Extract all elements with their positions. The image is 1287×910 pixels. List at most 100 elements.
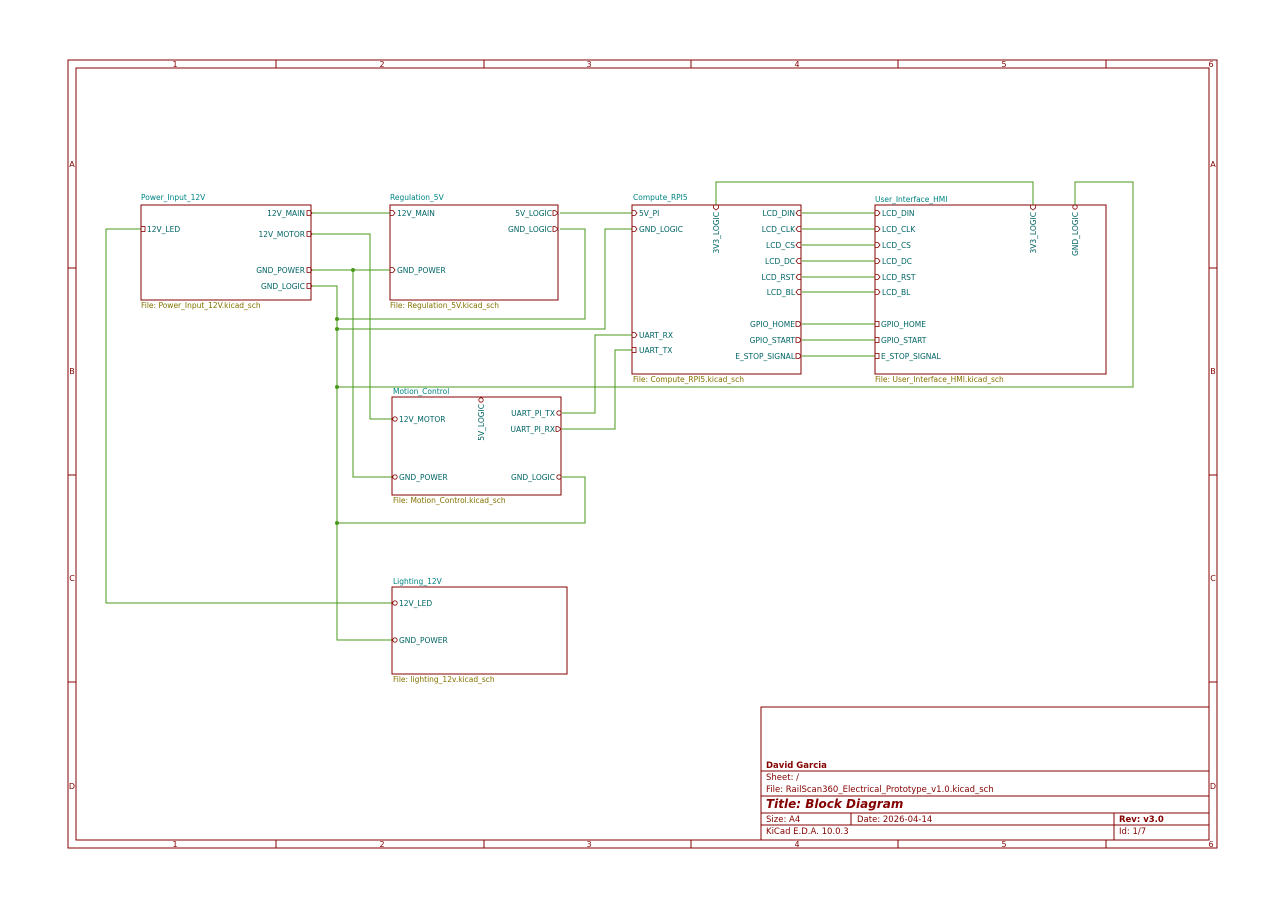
pin-motion-uart-pi-tx: UART_PI_TX <box>511 409 555 418</box>
pin-power-gnd-power: GND_POWER <box>256 266 305 275</box>
row-label-left-a: A <box>69 160 75 169</box>
pin-motion-5v-logic: 5V_LOGIC <box>477 404 486 441</box>
pin-compute-gpio-home: GPIO_HOME <box>750 320 795 329</box>
junctions <box>335 268 355 525</box>
title-block-id: Id: 1/7 <box>1119 827 1146 837</box>
pin-ui-gnd-logic: GND_LOGIC <box>1071 212 1080 256</box>
pin-compute-5v-pi: 5V_PI <box>639 209 659 218</box>
row-label-right-a: A <box>1210 160 1216 169</box>
wire-uart-rx[interactable] <box>562 334 632 414</box>
pin-compute-lcd-din: LCD_DIN <box>762 209 795 218</box>
zone-columns: 1 2 3 4 5 6 1 2 3 4 5 6 <box>172 60 1214 849</box>
sheet-regulation[interactable]: Regulation_5V File: Regulation_5V.kicad_… <box>389 193 559 310</box>
col-label-bottom-6: 6 <box>1208 840 1213 849</box>
row-label-right-d: D <box>1210 782 1216 791</box>
outer-frame <box>67 59 1218 849</box>
title-block-date: Date: 2026-04-14 <box>857 815 932 825</box>
pin-ui-lcd-rst: LCD_RST <box>882 273 916 282</box>
sheet-box-regulation[interactable] <box>389 204 559 301</box>
wires <box>105 181 1134 641</box>
pin-power-12v-motor: 12V_MOTOR <box>259 230 306 239</box>
pin-reg-12v-main: 12V_MAIN <box>397 209 435 218</box>
sheet-compute[interactable]: Compute_RPI5 File: Compute_RPI5.kicad_sc… <box>631 193 802 384</box>
col-label-top-3: 3 <box>586 60 591 69</box>
title-block-size: Size: A4 <box>766 815 800 825</box>
title-block-tool: KiCad E.D.A. 10.0.3 <box>766 827 849 837</box>
sheet-name-regulation: Regulation_5V <box>390 193 445 202</box>
pin-reg-gnd-logic: GND_LOGIC <box>508 225 552 234</box>
pin-motion-uart-pi-rx: UART_PI_RX <box>511 425 555 434</box>
junction-gnd-logic-4 <box>335 521 339 525</box>
pin-compute-3v3-logic: 3V3_LOGIC <box>712 212 721 254</box>
row-label-left-d: D <box>69 782 75 791</box>
sheet-name-power: Power_Input_12V <box>141 193 206 202</box>
title-block: David Garcia Sheet: / File: RailScan360_… <box>760 706 1210 841</box>
pin-compute-lcd-cs: LCD_CS <box>766 241 795 250</box>
pin-compute-lcd-rst: LCD_RST <box>762 273 796 282</box>
row-label-right-c: C <box>1210 574 1216 583</box>
title-block-company: David Garcia <box>766 761 827 771</box>
col-label-bottom-1: 1 <box>172 840 177 849</box>
sheet-motion-control[interactable]: Motion_Control File: Motion_Control.kica… <box>391 387 562 505</box>
pin-power-12v-led: 12V_LED <box>147 225 180 234</box>
wire-gnd-power-motion[interactable] <box>352 270 392 478</box>
title-block-file: File: RailScan360_Electrical_Prototype_v… <box>766 785 994 795</box>
col-label-bottom-3: 3 <box>586 840 591 849</box>
pin-compute-lcd-bl: LCD_BL <box>767 288 796 297</box>
pin-compute-lcd-clk: LCD_CLK <box>762 225 796 234</box>
sheet-file-regulation: File: Regulation_5V.kicad_sch <box>390 301 499 310</box>
pin-compute-gpio-start: GPIO_START <box>750 336 796 345</box>
pin-compute-e-stop: E_STOP_SIGNAL <box>735 352 796 361</box>
pin-reg-gnd-power: GND_POWER <box>397 266 446 275</box>
junction-gnd-power <box>351 268 355 272</box>
pin-power-gnd-logic: GND_LOGIC <box>261 282 305 291</box>
pin-motion-gnd-logic: GND_LOGIC <box>511 473 555 482</box>
sheet-name-compute: Compute_RPI5 <box>633 193 688 202</box>
sheet-power-input[interactable]: Power_Input_12V File: Power_Input_12V.ki… <box>140 193 313 310</box>
inner-frame <box>75 67 1210 841</box>
pin-motion-gnd-power: GND_POWER <box>399 473 448 482</box>
sheet-user-interface[interactable]: User_Interface_HMI File: User_Interface_… <box>874 195 1107 384</box>
sheet-lighting[interactable]: Lighting_12V File: lighting_12v.kicad_sc… <box>391 577 568 684</box>
col-label-bottom-4: 4 <box>794 840 799 849</box>
junction-gnd-logic-3 <box>335 385 339 389</box>
pin-compute-uart-rx: UART_RX <box>639 331 673 340</box>
sheet-file-motion: File: Motion_Control.kicad_sch <box>393 496 506 505</box>
pin-ui-lcd-bl: LCD_BL <box>882 288 911 297</box>
schematic-canvas: 1 2 3 4 5 6 1 2 3 4 5 6 A B C D A B C D <box>67 59 1218 849</box>
pin-lighting-gnd-power: GND_POWER <box>399 636 448 645</box>
col-label-top-4: 4 <box>794 60 799 69</box>
junction-gnd-logic-2 <box>335 327 339 331</box>
title-block-rev: Rev: v3.0 <box>1119 815 1164 825</box>
pin-lighting-12v-led: 12V_LED <box>399 599 432 608</box>
col-label-top-5: 5 <box>1001 60 1006 69</box>
sheet-name-motion: Motion_Control <box>393 387 449 396</box>
pin-ui-lcd-clk: LCD_CLK <box>882 225 916 234</box>
sheet-file-compute: File: Compute_RPI5.kicad_sch <box>633 375 744 384</box>
col-label-bottom-2: 2 <box>379 840 384 849</box>
pin-power-12v-main: 12V_MAIN <box>267 209 305 218</box>
junction-gnd-logic-1 <box>335 317 339 321</box>
wire-12v-led[interactable] <box>105 228 392 604</box>
pin-motion-12v-motor: 12V_MOTOR <box>399 415 446 424</box>
row-label-right-b: B <box>1210 367 1216 376</box>
sheet-name-ui: User_Interface_HMI <box>875 195 948 204</box>
wire-gnd-logic-compute[interactable] <box>337 228 632 330</box>
pin-compute-gnd-logic: GND_LOGIC <box>639 225 683 234</box>
pin-reg-5v-logic: 5V_LOGIC <box>515 209 552 218</box>
wire-uart-tx[interactable] <box>562 349 632 430</box>
col-label-top-2: 2 <box>379 60 384 69</box>
title-block-sheet: Sheet: / <box>766 773 799 783</box>
row-label-left-b: B <box>69 367 75 376</box>
row-label-left-c: C <box>69 574 75 583</box>
sheet-file-power: File: Power_Input_12V.kicad_sch <box>141 301 261 310</box>
pin-ui-3v3-logic: 3V3_LOGIC <box>1029 212 1038 254</box>
wire-12v-motor[interactable] <box>312 233 392 420</box>
pin-ui-gpio-home: GPIO_HOME <box>881 320 926 329</box>
pin-ui-gpio-start: GPIO_START <box>881 336 927 345</box>
wire-gnd-logic-bus[interactable] <box>312 285 392 641</box>
pin-ui-e-stop: E_STOP_SIGNAL <box>881 352 942 361</box>
col-label-top-6: 6 <box>1208 60 1213 69</box>
sheet-name-lighting: Lighting_12V <box>393 577 443 586</box>
pin-compute-uart-tx: UART_TX <box>639 346 672 355</box>
